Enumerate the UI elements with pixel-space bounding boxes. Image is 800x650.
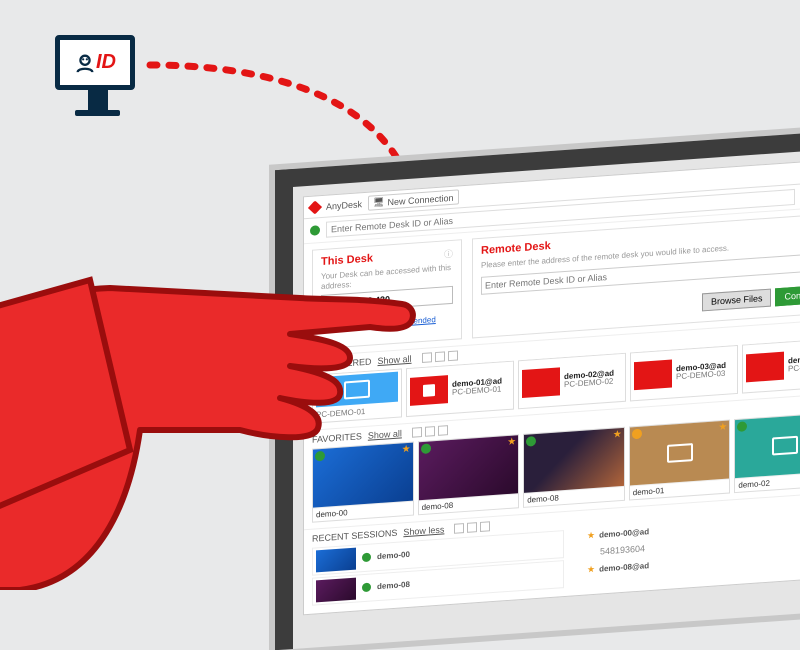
status-ok-icon [737,421,747,432]
favorites-show-all[interactable]: Show all [368,428,402,440]
discovered-card[interactable]: demo-01@adPC-DEMO-01 [406,361,514,417]
status-ok-icon [421,443,431,454]
thumb-icon [522,368,560,399]
discovered-card[interactable]: demo-02@adPC-DEMO-02 [518,353,626,409]
info-icon[interactable]: ⓘ [444,247,453,261]
status-ok-icon [362,583,371,593]
star-icon: ★ [613,429,622,441]
tile-view-icon[interactable] [480,521,490,532]
favorite-card[interactable]: ★ demo-00 [312,441,414,522]
screen-monitor: AnyDesk 🖥 New Connection — □ ✕ → ▣ ≡ [275,130,800,650]
star-icon: ★ [587,564,595,576]
favorite-card[interactable]: ★ demo-08 [418,434,520,515]
id-monitor-illustration: ID [55,35,140,125]
id-label: ID [96,51,116,74]
thumb-icon [410,376,448,407]
discovered-card[interactable]: demo-03@adPC-DEMO-04 [742,337,800,393]
list-view-icon[interactable] [467,522,477,533]
monitor-icon: 🖥 [373,197,384,209]
thumb-icon [746,352,784,383]
grid-view-icon[interactable] [454,523,464,534]
thumb-icon [316,577,356,602]
tile-view-icon[interactable] [438,425,448,436]
remote-desk-panel: ⓘ Remote Desk Please enter the address o… [472,213,800,338]
grid-view-icon[interactable] [422,352,432,363]
discovered-show-all[interactable]: Show all [378,354,412,366]
recent-show-less[interactable]: Show less [403,524,444,537]
status-warn-icon [632,428,642,439]
new-connection-tab[interactable]: 🖥 New Connection [368,189,458,210]
discovered-card[interactable]: demo-03@adPC-DEMO-03 [630,345,738,401]
recent-label: RECENT SESSIONS [312,528,397,544]
status-ok-icon [315,451,325,462]
grid-view-icon[interactable] [412,427,422,438]
lock-icon: 🔒 [321,323,331,333]
id-monitor-screen: ID [55,35,135,90]
status-dot-icon [310,225,320,236]
favorite-card[interactable]: ★ demo-08 [523,427,625,508]
face-icon [74,52,96,74]
list-view-icon[interactable] [425,426,435,437]
list-view-icon[interactable] [435,351,445,362]
connect-button[interactable]: Connect [775,284,800,306]
star-icon: ★ [507,436,516,448]
star-icon: ★ [587,530,595,542]
set-password-link[interactable]: Set password for unattended [333,315,435,331]
thumb-icon [316,372,398,408]
anydesk-tag-icon [325,297,337,310]
desk-id-value: 627 532 430 [340,294,390,308]
anydesk-logo-icon [308,200,322,214]
app-title: AnyDesk [326,199,362,212]
discovered-card[interactable]: PC-DEMO-01 [312,368,402,423]
star-icon: ★ [718,421,727,433]
browse-files-button[interactable]: Browse Files [702,288,772,311]
favorite-card[interactable]: ★ demo-02 [734,412,800,493]
favorites-label: FAVORITES [312,431,362,444]
this-desk-panel: ⓘ This Desk Your Desk can be accessed wi… [312,239,462,349]
star-icon: ★ [402,444,411,456]
discovered-label: DISCOVERED [312,357,372,371]
favorite-card[interactable]: ★ demo-01 [629,419,731,500]
status-ok-icon [362,553,371,563]
status-ok-icon [526,436,536,447]
tile-view-icon[interactable] [448,351,458,362]
anydesk-app: AnyDesk 🖥 New Connection — □ ✕ → ▣ ≡ [303,158,800,615]
thumb-icon [634,360,672,391]
thumb-icon [316,547,356,572]
